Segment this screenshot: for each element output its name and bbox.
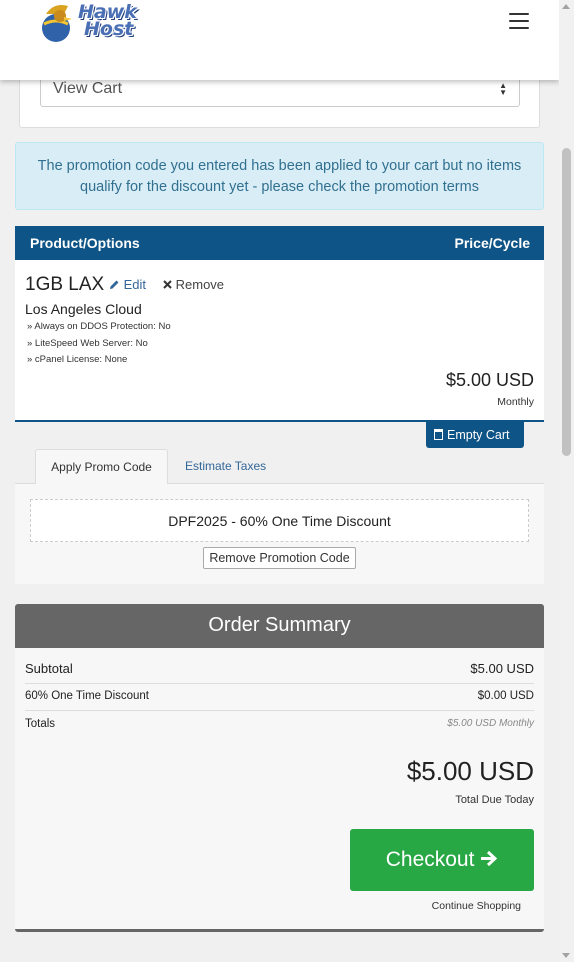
checkout-button[interactable]: Checkout [350, 829, 534, 891]
remove-product-link[interactable]: Remove [163, 277, 224, 292]
product-name: 1GB LAX [25, 274, 105, 295]
totals-value: $5.00 USD Monthly [447, 718, 534, 729]
subtotal-label: Subtotal [25, 661, 73, 676]
applied-promo-code: DPF2025 - 60% One Time Discount [30, 499, 529, 542]
total-due-label: Total Due Today [455, 794, 534, 806]
total-due-amount: $5.00 USD [406, 756, 534, 786]
pencil-icon [110, 280, 119, 289]
product-option: » Always on DDOS Protection: No [27, 321, 171, 332]
discount-label: 60% One Time Discount [25, 690, 150, 702]
product-price: $5.00 USD [445, 370, 534, 390]
top-navbar: Hawk Host [0, 0, 559, 80]
page-scrollbar[interactable] [559, 0, 574, 962]
remove-label: Remove [175, 277, 225, 292]
hawk-mascot-icon [42, 5, 72, 42]
scroll-up-icon[interactable] [562, 4, 570, 9]
discount-value: $0.00 USD [477, 690, 534, 702]
empty-cart-label: Empty Cart [447, 428, 510, 442]
page-viewport: View Cart ▲ ▼ The promotion code you ente… [0, 0, 559, 962]
header-product-options: Product/Options [30, 235, 140, 251]
select-arrows-icon: ▲ ▼ [499, 81, 507, 97]
product-option: » cPanel License: None [27, 354, 128, 365]
close-icon [163, 280, 172, 289]
checkout-label: Checkout [385, 848, 475, 871]
product-option: » LiteSpeed Web Server: No [27, 338, 148, 349]
cart-table-header: Product/Options Price/Cycle [15, 226, 544, 260]
continue-shopping-link[interactable]: Continue Shopping [432, 900, 521, 912]
logo-text: Hawk Host [78, 3, 137, 40]
cart-table: Product/Options Price/Cycle 1GB LAX Edit… [15, 226, 544, 422]
edit-label: Edit [123, 277, 147, 292]
edit-product-link[interactable]: Edit [109, 277, 146, 292]
logo-line-2: Host [84, 18, 134, 40]
subtotal-row: Subtotal $5.00 USD [25, 661, 534, 676]
scrollbar-thumb[interactable] [562, 148, 571, 456]
product-cycle: Monthly [497, 396, 534, 408]
product-group: Los Angeles Cloud [25, 301, 142, 317]
view-cart-selected: View Cart [53, 80, 123, 97]
order-summary-title: Order Summary [15, 604, 544, 648]
header-price-cycle: Price/Cycle [454, 235, 531, 251]
promo-panel: DPF2025 - 60% One Time Discount Remove P… [15, 483, 544, 584]
scroll-down-icon[interactable] [562, 953, 570, 958]
remove-promo-button[interactable]: Remove Promotion Code [203, 547, 356, 569]
arrow-right-icon [481, 850, 498, 867]
totals-label: Totals [25, 718, 56, 730]
discount-row: 60% One Time Discount $0.00 USD [25, 690, 534, 702]
subtotal-value: $5.00 USD [470, 661, 534, 676]
divider [25, 683, 534, 684]
hamburger-menu-icon[interactable] [500, 6, 538, 36]
tab-apply-promo[interactable]: Apply Promo Code [35, 449, 168, 484]
hawk-host-logo[interactable]: Hawk Host [38, 0, 142, 44]
trash-icon [434, 429, 443, 440]
order-summary: Order Summary Subtotal $5.00 USD 60% One… [15, 604, 544, 932]
promo-alert: The promotion code you entered has been … [15, 142, 544, 210]
empty-cart-button[interactable]: Empty Cart [426, 422, 524, 448]
divider [25, 710, 534, 711]
tab-estimate-taxes[interactable]: Estimate Taxes [185, 459, 266, 473]
totals-row: Totals $5.00 USD Monthly [25, 718, 534, 730]
